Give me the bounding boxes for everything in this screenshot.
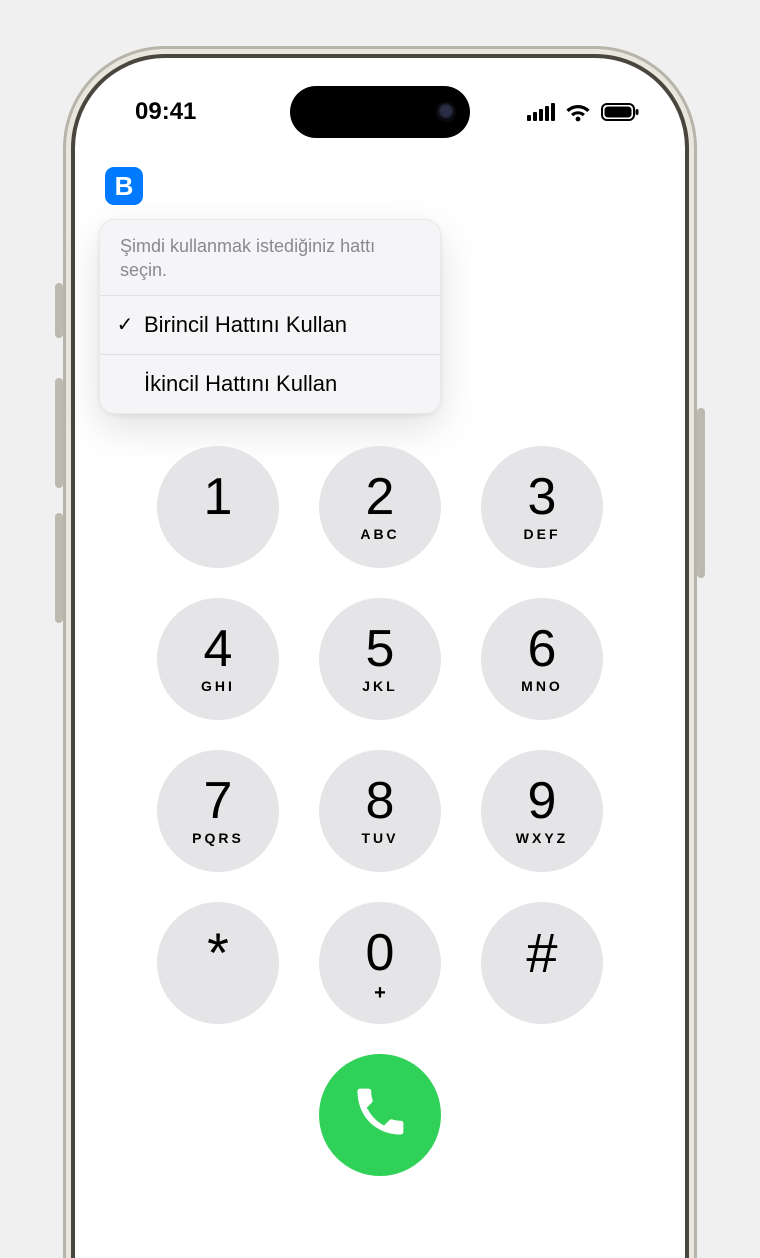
status-bar: 09:41	[75, 88, 685, 136]
keypad-letters: MNO	[521, 678, 563, 694]
line-selection-popover: Şimdi kullanmak istediğiniz hattı seçin.…	[99, 219, 441, 414]
line-option-label: İkincil Hattını Kullan	[144, 371, 337, 397]
keypad-digit: *	[207, 925, 229, 981]
active-line-badge[interactable]: B	[105, 167, 143, 205]
keypad-digit: #	[526, 925, 557, 981]
keypad-star[interactable]: *	[157, 902, 279, 1024]
keypad-digit: 0	[366, 927, 395, 979]
keypad-6[interactable]: 6 MNO	[481, 598, 603, 720]
keypad-digit: 5	[366, 623, 395, 675]
keypad-1[interactable]: 1	[157, 446, 279, 568]
phone-frame: 09:41	[75, 58, 685, 1258]
keypad-letters: GHI	[201, 678, 235, 694]
keypad-7[interactable]: 7 PQRS	[157, 750, 279, 872]
keypad-3[interactable]: 3 DEF	[481, 446, 603, 568]
keypad-letters: JKL	[362, 678, 397, 694]
keypad-digit: 2	[366, 471, 395, 523]
keypad-letters: PQRS	[192, 830, 244, 846]
line-option-primary[interactable]: ✓ Birincil Hattını Kullan	[100, 296, 440, 355]
keypad-letters: WXYZ	[516, 830, 568, 846]
keypad-letters: DEF	[524, 526, 561, 542]
keypad-digit: 1	[204, 471, 233, 523]
keypad-digit: 9	[528, 775, 557, 827]
wifi-icon	[565, 102, 591, 122]
call-button[interactable]	[319, 1054, 441, 1176]
keypad-digit: 4	[204, 623, 233, 675]
volume-up-button	[55, 378, 63, 488]
keypad-hash[interactable]: #	[481, 902, 603, 1024]
keypad-digit: 6	[528, 623, 557, 675]
side-button	[697, 408, 705, 578]
keypad-9[interactable]: 9 WXYZ	[481, 750, 603, 872]
keypad-2[interactable]: 2 ABC	[319, 446, 441, 568]
keypad-0[interactable]: 0 +	[319, 902, 441, 1024]
cellular-icon	[527, 103, 555, 121]
keypad-letters: TUV	[362, 830, 399, 846]
phone-icon	[353, 1085, 407, 1144]
keypad-digit: 8	[366, 775, 395, 827]
keypad-8[interactable]: 8 TUV	[319, 750, 441, 872]
mute-switch	[55, 283, 63, 338]
keypad-digit: 3	[528, 471, 557, 523]
keypad-letters: ABC	[360, 526, 399, 542]
dial-keypad: 1 2 ABC 3 DEF 4 GHI 5 JKL 6 MNO	[99, 446, 661, 1024]
keypad-5[interactable]: 5 JKL	[319, 598, 441, 720]
popover-instruction: Şimdi kullanmak istediğiniz hattı seçin.	[100, 220, 440, 296]
volume-down-button	[55, 513, 63, 623]
battery-icon	[601, 103, 639, 121]
line-option-secondary[interactable]: ✓ İkincil Hattını Kullan	[100, 355, 440, 413]
keypad-digit: 7	[204, 775, 233, 827]
checkmark-icon: ✓	[114, 312, 136, 337]
keypad-4[interactable]: 4 GHI	[157, 598, 279, 720]
keypad-letters: +	[374, 982, 386, 998]
status-time: 09:41	[135, 98, 196, 126]
line-option-label: Birincil Hattını Kullan	[144, 312, 347, 338]
